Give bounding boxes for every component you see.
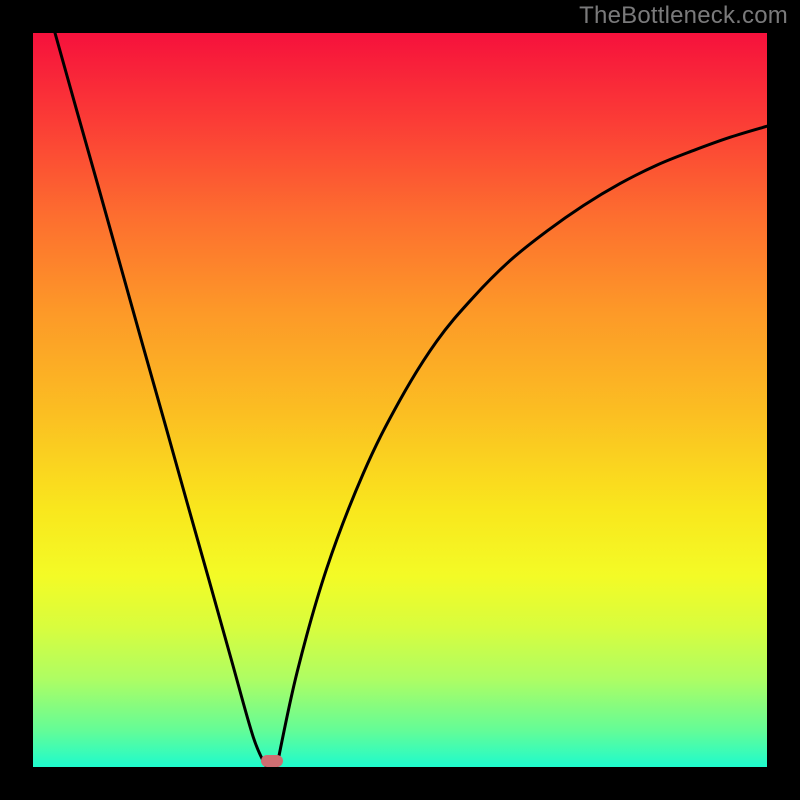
- bottleneck-curve: [33, 33, 767, 767]
- curve-left-branch: [55, 33, 266, 767]
- watermark-text: TheBottleneck.com: [579, 2, 788, 30]
- curve-right-branch: [277, 126, 767, 767]
- optimal-point-marker: [261, 755, 283, 767]
- chart-frame: TheBottleneck.com: [0, 0, 800, 800]
- plot-area: [33, 33, 767, 767]
